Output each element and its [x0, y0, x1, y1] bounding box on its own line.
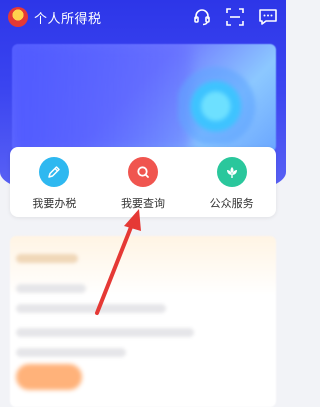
quick-action-public-service[interactable]: 公众服务 — [187, 147, 276, 217]
top-bar: 个人所得税 — [0, 0, 286, 34]
quick-action-label: 公众服务 — [209, 197, 254, 210]
promo-banner[interactable] — [12, 44, 276, 152]
blurred-text-line — [16, 328, 194, 337]
flower-icon — [216, 157, 247, 187]
pencil-icon — [39, 157, 70, 187]
banner-background — [12, 44, 192, 152]
blurred-content-card — [10, 236, 276, 407]
scan-icon[interactable] — [226, 8, 244, 26]
tax-emblem-logo — [8, 7, 28, 27]
search-icon — [128, 157, 158, 187]
quick-action-file-tax[interactable]: 我要办税 — [10, 147, 99, 217]
quick-action-label: 我要办税 — [32, 197, 77, 210]
blurred-action-button — [16, 364, 82, 390]
blurred-text-line — [16, 348, 126, 357]
quick-action-query[interactable]: 我要查询 — [99, 147, 188, 217]
blurred-text-line — [16, 284, 86, 293]
quick-action-label: 我要查询 — [121, 197, 165, 210]
message-icon[interactable] — [258, 8, 278, 26]
quick-actions-card: 我要办税 我要查询 公众服务 — [10, 147, 276, 217]
banner-illustration — [178, 60, 262, 144]
top-actions — [192, 7, 278, 27]
headset-icon[interactable] — [192, 7, 212, 27]
blurred-text-line — [16, 254, 78, 263]
app-title: 个人所得税 — [34, 11, 102, 27]
blurred-text-line — [16, 304, 166, 313]
